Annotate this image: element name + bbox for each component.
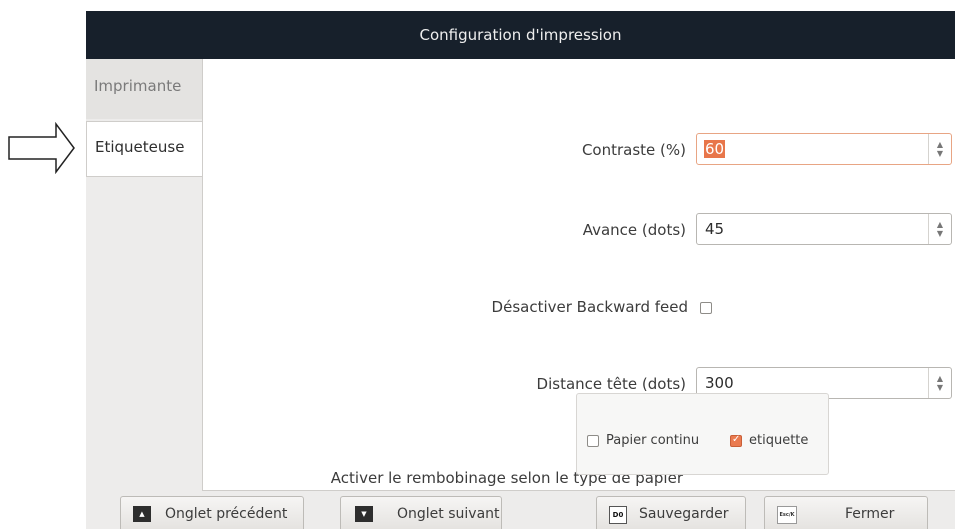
window-title: Configuration d'impression [86,11,955,59]
printer-down-icon: ▼ [355,506,373,522]
spin-arrows-icon[interactable]: ▲ ▼ [928,368,951,398]
tab-etiqueteuse[interactable]: Etiqueteuse [86,121,203,177]
backward-feed-label: Désactiver Backward feed [491,298,688,316]
save-label: Sauvegarder [639,506,729,522]
next-tab-button[interactable]: ▼ Onglet suivant [340,496,502,529]
save-key-icon: D0 [609,506,627,524]
contrast-spinbox[interactable]: 60 ▲ ▼ [696,133,952,165]
next-tab-label: Onglet suivant [397,506,500,522]
continuous-paper-checkbox[interactable] [587,435,599,447]
head-distance-value[interactable]: 300 [705,374,734,392]
feed-value[interactable]: 45 [705,220,724,238]
print-config-window: Configuration d'impression Imprimante Et… [86,11,955,529]
head-distance-label: Distance tête (dots) [536,375,686,393]
label-paper-label[interactable]: etiquette [749,433,808,448]
contrast-value[interactable]: 60 [704,140,726,158]
spin-arrows-icon[interactable]: ▲ ▼ [928,214,951,244]
tab-imprimante[interactable]: Imprimante [86,59,203,119]
save-button[interactable]: D0 Sauvegarder [596,496,746,529]
contrast-label: Contraste (%) [581,141,686,159]
backward-feed-checkbox[interactable] [700,302,712,314]
paper-type-group: Papier continu etiquette [576,393,829,475]
label-paper-checkbox[interactable] [730,434,742,447]
pointer-arrow-icon [8,122,75,174]
close-key-icon: Esc/K [777,506,797,524]
feed-spinbox[interactable]: 45 ▲ ▼ [696,213,952,245]
previous-tab-button[interactable]: ▲ Onglet précédent [120,496,304,529]
spin-arrows-icon[interactable]: ▲ ▼ [928,134,951,164]
close-label: Fermer [845,506,895,522]
previous-tab-label: Onglet précédent [165,506,288,522]
printer-up-icon: ▲ [133,506,151,522]
close-button[interactable]: Esc/K Fermer [764,496,928,529]
continuous-paper-label[interactable]: Papier continu [606,433,699,448]
feed-label: Avance (dots) [582,221,686,239]
